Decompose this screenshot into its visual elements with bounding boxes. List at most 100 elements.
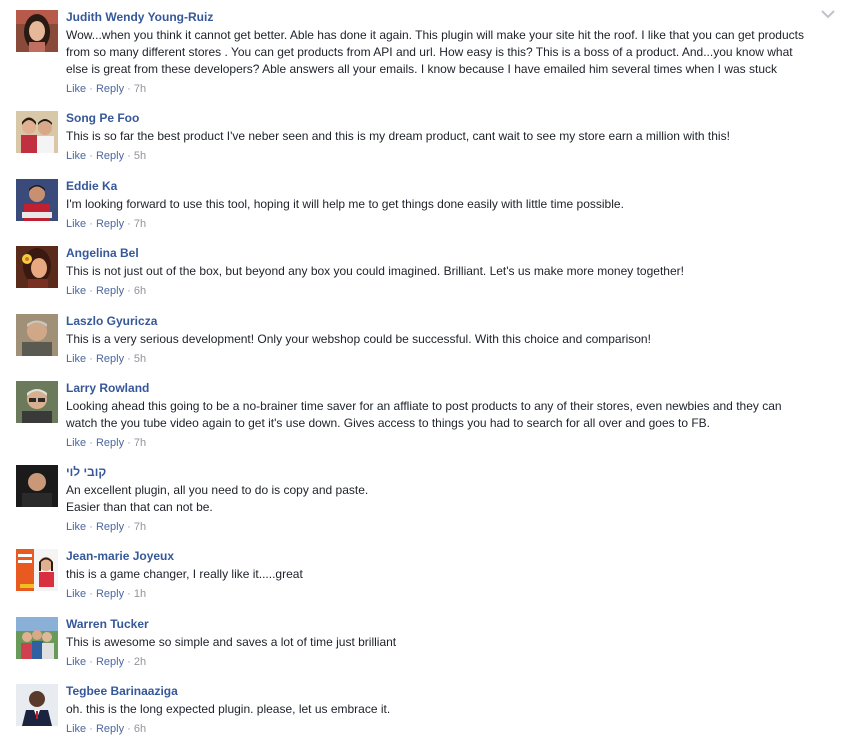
separator-dot: ·	[89, 656, 96, 668]
separator-dot: ·	[89, 285, 96, 297]
separator-dot: ·	[89, 353, 96, 365]
avatar[interactable]	[16, 314, 58, 356]
comment-body: Song Pe Foo This is so far the best prod…	[66, 111, 826, 163]
comment-author-link[interactable]: קובי לוי	[66, 465, 826, 479]
comment-timestamp[interactable]: 7h	[134, 521, 146, 533]
comment-timestamp[interactable]: 5h	[134, 150, 146, 162]
comment-body: Angelina Bel This is not just out of the…	[66, 246, 826, 298]
avatar-woman-flower-icon	[16, 246, 58, 288]
comment-text: oh. this is the long expected plugin. pl…	[66, 701, 826, 718]
comment-text-line: else is great from these developers? Abl…	[66, 62, 777, 76]
comment-text: I'm looking forward to use this tool, ho…	[66, 196, 826, 213]
separator-dot: ·	[127, 437, 134, 449]
avatar-group-outdoors-icon	[16, 617, 58, 659]
comment-text: This is awesome so simple and saves a lo…	[66, 634, 826, 651]
comment-list: Judith Wendy Young-Ruiz Wow...when you t…	[0, 0, 850, 755]
avatar-older-man-icon	[16, 314, 58, 356]
reply-link[interactable]: Reply	[96, 437, 124, 449]
comment-text: Looking ahead this going to be a no-brai…	[66, 398, 826, 432]
comment-timestamp[interactable]: 5h	[134, 353, 146, 365]
avatar-couple-icon	[16, 111, 58, 153]
comment-actions: Like · Reply · 6h	[66, 284, 826, 298]
reply-link[interactable]: Reply	[96, 656, 124, 668]
avatar[interactable]	[16, 179, 58, 221]
comment-text: Wow...when you think it cannot get bette…	[66, 27, 826, 78]
separator-dot: ·	[127, 353, 134, 365]
chevron-down-icon[interactable]	[820, 8, 836, 20]
avatar[interactable]	[16, 549, 58, 591]
like-link[interactable]: Like	[66, 723, 86, 735]
comment-author-link[interactable]: Laszlo Gyuricza	[66, 314, 826, 328]
reply-link[interactable]: Reply	[96, 521, 124, 533]
comment-timestamp[interactable]: 1h	[134, 588, 146, 600]
reply-link[interactable]: Reply	[96, 285, 124, 297]
comment-text: This is not just out of the box, but bey…	[66, 263, 826, 280]
reply-link[interactable]: Reply	[96, 588, 124, 600]
reply-link[interactable]: Reply	[96, 218, 124, 230]
like-link[interactable]: Like	[66, 437, 86, 449]
comment-text-line: Wow...when you think it cannot get bette…	[66, 28, 804, 42]
comment-text-line: This is not just out of the box, but bey…	[66, 264, 684, 278]
comment-text: An excellent plugin, all you need to do …	[66, 482, 826, 516]
comment-author-link[interactable]: Eddie Ka	[66, 179, 826, 193]
reply-link[interactable]: Reply	[96, 150, 124, 162]
comment-timestamp[interactable]: 7h	[134, 218, 146, 230]
reply-link[interactable]: Reply	[96, 83, 124, 95]
separator-dot: ·	[127, 656, 134, 668]
comment-text-line: this is a game changer, I really like it…	[66, 567, 303, 581]
comment-text: this is a game changer, I really like it…	[66, 566, 826, 583]
comment-text-line: This is a very serious development! Only…	[66, 332, 651, 346]
comment-author-link[interactable]: Tegbee Barinaaziga	[66, 684, 826, 698]
avatar-man-red-shirt-icon	[16, 179, 58, 221]
like-link[interactable]: Like	[66, 150, 86, 162]
avatar[interactable]	[16, 111, 58, 153]
separator-dot: ·	[89, 521, 96, 533]
like-link[interactable]: Like	[66, 588, 86, 600]
separator-dot: ·	[127, 218, 134, 230]
avatar-man-dark-background-icon	[16, 465, 58, 507]
reply-link[interactable]: Reply	[96, 353, 124, 365]
comment-author-link[interactable]: Larry Rowland	[66, 381, 826, 395]
like-link[interactable]: Like	[66, 353, 86, 365]
comment-author-link[interactable]: Angelina Bel	[66, 246, 826, 260]
comment-author-link[interactable]: Song Pe Foo	[66, 111, 826, 125]
avatar[interactable]	[16, 381, 58, 423]
comment-actions: Like · Reply · 7h	[66, 436, 826, 450]
avatar[interactable]	[16, 465, 58, 507]
avatar[interactable]	[16, 617, 58, 659]
comment-author-link[interactable]: Jean-marie Joyeux	[66, 549, 826, 563]
separator-dot: ·	[127, 521, 134, 533]
avatar[interactable]	[16, 10, 58, 52]
comment-text-line: I'm looking forward to use this tool, ho…	[66, 197, 624, 211]
comment-timestamp[interactable]: 7h	[134, 83, 146, 95]
comment-text-line: An excellent plugin, all you need to do …	[66, 483, 369, 497]
avatar-man-suit-icon	[16, 684, 58, 726]
like-link[interactable]: Like	[66, 83, 86, 95]
like-link[interactable]: Like	[66, 521, 86, 533]
comment-timestamp[interactable]: 7h	[134, 437, 146, 449]
comment-actions: Like · Reply · 7h	[66, 217, 826, 231]
separator-dot: ·	[89, 723, 96, 735]
avatar[interactable]	[16, 246, 58, 288]
like-link[interactable]: Like	[66, 285, 86, 297]
comment-timestamp[interactable]: 2h	[134, 656, 146, 668]
separator-dot: ·	[89, 218, 96, 230]
comment-body: קובי לוי An excellent plugin, all you ne…	[66, 465, 826, 534]
like-link[interactable]: Like	[66, 656, 86, 668]
comment-timestamp[interactable]: 6h	[134, 285, 146, 297]
comment-text: This is so far the best product I've neb…	[66, 128, 826, 145]
comment-author-link[interactable]: Judith Wendy Young-Ruiz	[66, 10, 826, 24]
comment-timestamp[interactable]: 6h	[134, 723, 146, 735]
like-link[interactable]: Like	[66, 218, 86, 230]
comment-text-line: oh. this is the long expected plugin. pl…	[66, 702, 391, 716]
reply-link[interactable]: Reply	[96, 723, 124, 735]
avatar-woman-dark-hair-icon	[16, 10, 58, 52]
avatar[interactable]	[16, 684, 58, 726]
comment-actions: Like · Reply · 5h	[66, 352, 826, 366]
comment-text-line: watch the you tube video again to get it…	[66, 416, 710, 430]
separator-dot: ·	[127, 285, 134, 297]
comment-text-line: This is awesome so simple and saves a lo…	[66, 635, 397, 649]
avatar-man-glasses-icon	[16, 381, 58, 423]
comment-actions: Like · Reply · 2h	[66, 655, 826, 669]
comment-author-link[interactable]: Warren Tucker	[66, 617, 826, 631]
